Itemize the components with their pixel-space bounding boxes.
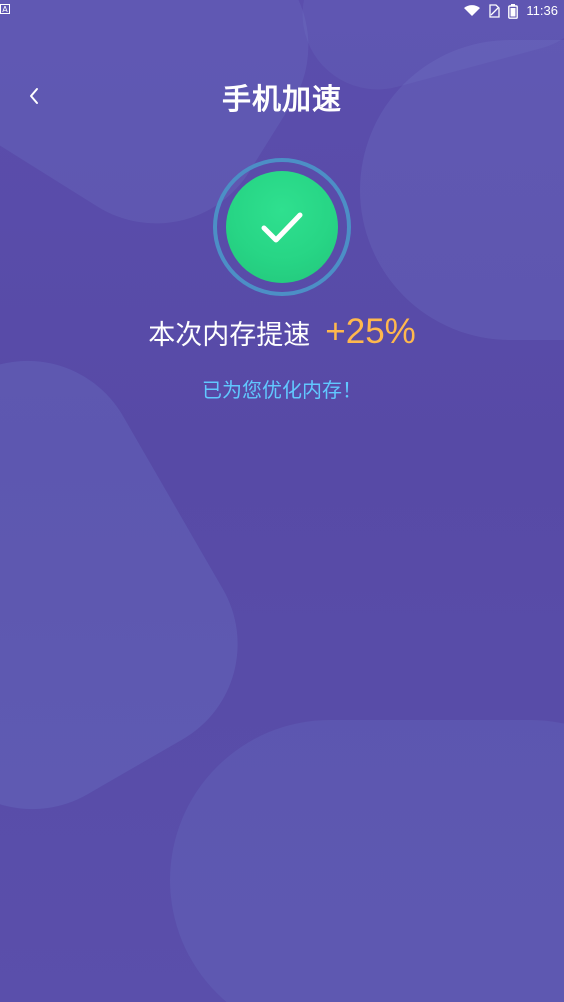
background-shape — [170, 720, 564, 1002]
battery-icon — [508, 3, 519, 19]
header: 手机加速 — [0, 72, 564, 122]
success-circle — [226, 171, 338, 283]
success-ring — [213, 158, 351, 296]
speed-result: 本次内存提速 +25% — [0, 312, 564, 352]
status-time: 11:36 — [526, 3, 558, 18]
optimization-message: 已为您优化内存！ — [202, 378, 362, 402]
speed-label: 本次内存提速 — [148, 319, 311, 351]
status-bar: A 11:36 — [0, 0, 564, 24]
sim-icon — [488, 4, 501, 18]
background — [0, 0, 564, 1002]
page-title: 手机加速 — [221, 82, 342, 116]
check-icon — [261, 212, 303, 243]
status-icons: 11:36 — [464, 3, 558, 19]
notification-icon: A — [0, 4, 10, 14]
speed-value: +25% — [325, 312, 416, 351]
wifi-icon — [464, 5, 481, 17]
